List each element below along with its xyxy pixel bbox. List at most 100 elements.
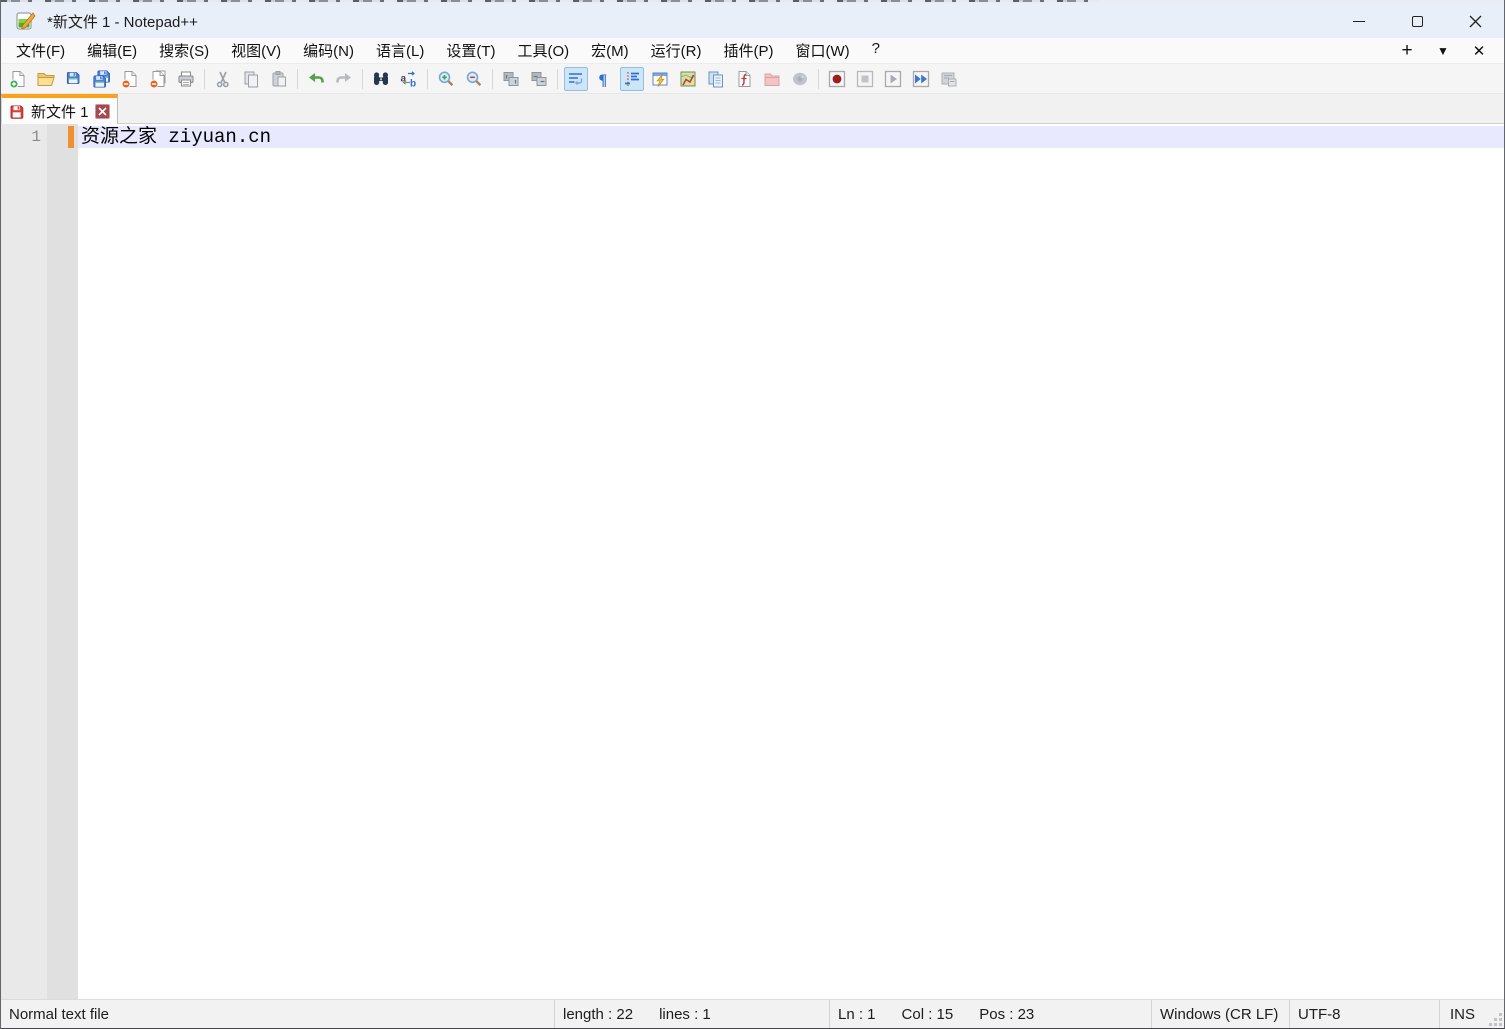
show-all-characters-button[interactable]: ¶ xyxy=(592,67,616,91)
folder-as-workspace-button xyxy=(760,67,784,91)
notepadpp-app-icon xyxy=(14,9,38,33)
document-text[interactable]: 资源之家 ziyuan.cn xyxy=(81,126,271,148)
copy-button[interactable] xyxy=(239,67,263,91)
zoom-in-icon xyxy=(436,69,456,89)
undo-button[interactable] xyxy=(304,67,328,91)
svg-text:b: b xyxy=(410,78,416,89)
svg-text:¶: ¶ xyxy=(599,72,608,89)
zoom-in-button[interactable] xyxy=(434,67,458,91)
toolbar-separator xyxy=(818,69,819,89)
maximize-button[interactable] xyxy=(1388,4,1446,38)
status-length-lines: length : 22 lines : 1 xyxy=(554,1000,829,1028)
print-button[interactable] xyxy=(174,67,198,91)
sync-vertical-icon xyxy=(501,69,521,89)
paste-button[interactable] xyxy=(267,67,291,91)
save-all-button[interactable] xyxy=(90,67,114,91)
menu-file[interactable]: 文件(F) xyxy=(5,38,76,63)
tab-list-button[interactable]: ▼ xyxy=(1432,44,1454,58)
word-wrap-button[interactable] xyxy=(564,67,588,91)
document-map-button[interactable] xyxy=(676,67,700,91)
line-label: Ln : 1 xyxy=(838,1006,876,1023)
editor-area[interactable]: 1 资源之家 ziyuan.cn xyxy=(1,124,1504,999)
tab-bar: 新文件 1 xyxy=(1,94,1504,124)
document-map-icon xyxy=(678,69,698,89)
status-eol[interactable]: Windows (CR LF) xyxy=(1151,1000,1289,1028)
menu-search[interactable]: 搜索(S) xyxy=(148,38,220,63)
menu-window[interactable]: 窗口(W) xyxy=(784,38,860,63)
cut-icon xyxy=(213,69,233,89)
pos-label: Pos : 23 xyxy=(979,1006,1034,1023)
notepadpp-window: *新文件 1 - Notepad++ 文件(F)编辑(E)搜索(S)视图(V)编… xyxy=(0,0,1505,1029)
menu-edit[interactable]: 编辑(E) xyxy=(76,38,148,63)
macro-run-multiple-button[interactable] xyxy=(909,67,933,91)
menu-language[interactable]: 语言(L) xyxy=(365,38,435,63)
macro-save-button xyxy=(937,67,961,91)
sync-horizontal-button[interactable] xyxy=(527,67,551,91)
close-icon xyxy=(1469,15,1482,28)
print-icon xyxy=(176,69,196,89)
function-list-button[interactable] xyxy=(732,67,756,91)
status-bar: Normal text file length : 22 lines : 1 L… xyxy=(1,999,1504,1028)
status-position: Ln : 1 Col : 15 Pos : 23 xyxy=(829,1000,1151,1028)
close-button[interactable] xyxy=(1446,4,1504,38)
open-file-button[interactable] xyxy=(34,67,58,91)
status-encoding[interactable]: UTF-8 xyxy=(1289,1000,1439,1028)
minimize-button[interactable] xyxy=(1330,4,1388,38)
resize-grip-icon[interactable] xyxy=(1489,1013,1502,1026)
current-line-highlight xyxy=(78,126,1504,148)
menu-tools[interactable]: 工具(O) xyxy=(506,38,580,63)
find-button[interactable] xyxy=(369,67,393,91)
macro-record-button[interactable] xyxy=(825,67,849,91)
doc-type-label: Normal text file xyxy=(9,1006,109,1023)
document-list-icon xyxy=(706,69,726,89)
tab-close-icon[interactable] xyxy=(95,104,110,119)
macro-run-multiple-icon xyxy=(911,69,931,89)
menu-macro[interactable]: 宏(M) xyxy=(580,38,640,63)
replace-button[interactable]: ab xyxy=(397,67,421,91)
new-file-icon xyxy=(8,69,28,89)
menu-plugins[interactable]: 插件(P) xyxy=(712,38,784,63)
document-list-button[interactable] xyxy=(704,67,728,91)
unsaved-file-icon xyxy=(8,103,25,120)
user-defined-dialog-button[interactable] xyxy=(648,67,672,91)
tabbar-controls: + ▼ ✕ xyxy=(1396,40,1496,62)
save-file-button[interactable] xyxy=(62,67,86,91)
cut-button[interactable] xyxy=(211,67,235,91)
titlebar: *新文件 1 - Notepad++ xyxy=(1,4,1504,38)
zoom-out-button[interactable] xyxy=(462,67,486,91)
tab-new-file-1[interactable]: 新文件 1 xyxy=(1,94,118,124)
macro-record-icon xyxy=(827,69,847,89)
undo-icon xyxy=(306,69,326,89)
length-label: length : 22 xyxy=(563,1006,633,1023)
window-title: *新文件 1 - Notepad++ xyxy=(47,11,198,32)
new-tab-button[interactable]: + xyxy=(1396,40,1418,62)
toolbar-separator xyxy=(204,69,205,89)
encoding-label: UTF-8 xyxy=(1298,1006,1341,1023)
close-all-icon xyxy=(148,69,168,89)
find-icon xyxy=(371,69,391,89)
window-controls xyxy=(1330,4,1504,38)
menu-settings[interactable]: 设置(T) xyxy=(435,38,506,63)
close-file-button[interactable] xyxy=(118,67,142,91)
sync-vertical-button[interactable] xyxy=(499,67,523,91)
menu-view[interactable]: 视图(V) xyxy=(220,38,292,63)
bookmark-margin[interactable] xyxy=(47,124,78,999)
close-all-button[interactable] xyxy=(146,67,170,91)
macro-play-button[interactable] xyxy=(881,67,905,91)
status-doc-type: Normal text file xyxy=(1,1000,554,1028)
show-indent-guide-button[interactable] xyxy=(620,67,644,91)
menu-encoding[interactable]: 编码(N) xyxy=(292,38,365,63)
new-file-button[interactable] xyxy=(6,67,30,91)
function-list-icon xyxy=(734,69,754,89)
line-number: 1 xyxy=(1,126,41,148)
close-tab-button[interactable]: ✕ xyxy=(1468,42,1490,60)
toolbar-separator xyxy=(492,69,493,89)
eol-label: Windows (CR LF) xyxy=(1160,1006,1278,1023)
menubar: 文件(F)编辑(E)搜索(S)视图(V)编码(N)语言(L)设置(T)工具(O)… xyxy=(1,38,1504,64)
tab-label: 新文件 1 xyxy=(31,101,89,122)
monitoring-button xyxy=(788,67,812,91)
toolbar: ab ¶ xyxy=(1,64,1504,94)
save-all-icon xyxy=(92,69,112,89)
menu-help[interactable]: ? xyxy=(861,38,891,63)
menu-run[interactable]: 运行(R) xyxy=(640,38,713,63)
